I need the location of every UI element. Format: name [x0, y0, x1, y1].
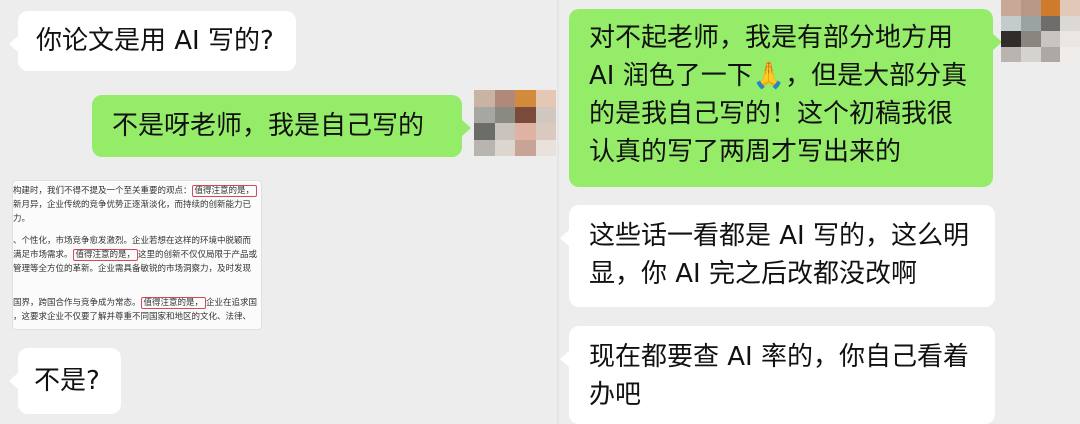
avatar-pixel — [474, 90, 495, 107]
avatar-pixel — [515, 139, 536, 156]
message-teacher-warning: 现在都要查 AI 率的，你自己看着办吧 — [560, 326, 995, 424]
avatar-pixel — [1001, 0, 1021, 16]
avatar-pixel — [1040, 31, 1061, 47]
avatar-student-left[interactable] — [474, 90, 556, 156]
avatar-pixel — [474, 139, 495, 156]
avatar-pixel — [494, 106, 515, 123]
message-text: 不是? — [34, 366, 100, 396]
message-text: 对不起老师，我是有部分地方用 AI 润色了一下🙏，但是大部分真的是我自己写的！这… — [589, 23, 968, 167]
avatar-pixel — [1040, 0, 1061, 16]
avatar-pixel — [494, 139, 515, 156]
message-text: 你论文是用 AI 写的? — [36, 26, 274, 56]
avatar-pixel — [1001, 31, 1021, 47]
doc-line: 企业在追求国 — [206, 298, 258, 308]
avatar-pixel — [494, 123, 515, 140]
highlighted-phrase: 值得注意的是， — [140, 297, 207, 309]
avatar-pixel — [535, 139, 556, 156]
message-student-apology: 对不起老师，我是有部分地方用 AI 润色了一下🙏，但是大部分真的是我自己写的！这… — [569, 9, 1002, 187]
document-screenshot-image[interactable]: 构建时，我们不得不提及一个至关重要的观点： 值得注意的是， 新月异，企业传统的竞争… — [12, 180, 262, 330]
avatar-pixel — [515, 106, 536, 123]
avatar-pixel — [1040, 46, 1061, 62]
right-chat-panel: 对不起老师，我是有部分地方用 AI 润色了一下🙏，但是大部分真的是我自己写的！这… — [559, 0, 1080, 424]
avatar-pixel — [1020, 0, 1041, 16]
avatar-pixel — [1020, 31, 1041, 47]
doc-line: 新月异，企业传统的竞争优势正逐渐淡化，而持续的创新能力已 — [13, 200, 252, 210]
avatar-pixel — [535, 123, 556, 140]
message-text: 这些话一看都是 AI 写的，这么明显，你 AI 完之后改都没改啊 — [589, 221, 969, 289]
doc-line: ，这要求企业不仅要了解并尊重不同国家和地区的文化、法律、 — [13, 312, 252, 322]
avatar-pixel — [1020, 15, 1041, 31]
doc-line: 国界，跨国合作与竞争成为常态。 — [13, 298, 141, 308]
message-teacher-reply: 这些话一看都是 AI 写的，这么明显，你 AI 完之后改都没改啊 — [560, 205, 995, 307]
doc-line: 力。 — [13, 214, 31, 224]
left-chat-panel: 你论文是用 AI 写的? 不是呀老师，我是自己写的 构建时，我们不得不提及一个至… — [0, 0, 557, 424]
avatar-student-right[interactable] — [1001, 0, 1080, 62]
doc-line: 管理等全方位的革新。企业需具备敏锐的市场洞察力，及时发现 — [13, 264, 252, 274]
avatar-pixel — [535, 90, 556, 107]
message-teacher-followup: 不是? — [9, 348, 121, 414]
message-teacher-question: 你论文是用 AI 写的? — [9, 11, 296, 71]
avatar-pixel — [535, 106, 556, 123]
avatar-pixel — [1020, 46, 1041, 62]
highlighted-phrase: 值得注意的是， — [72, 249, 139, 261]
doc-line: 满足市场需求。 — [13, 250, 73, 260]
avatar-pixel — [494, 90, 515, 107]
avatar-pixel — [1060, 31, 1080, 47]
avatar-pixel — [1060, 15, 1080, 31]
doc-line: 这里的创新不仅仅局限于产品或 — [138, 250, 258, 260]
avatar-pixel — [1001, 15, 1021, 31]
avatar-pixel — [515, 123, 536, 140]
avatar-pixel — [1001, 46, 1021, 62]
message-text: 现在都要查 AI 率的，你自己看着办吧 — [589, 342, 969, 410]
avatar-pixel — [474, 106, 495, 123]
doc-line: 、个性化，市场竞争愈发激烈。企业若想在这样的环境中脱颖而 — [13, 236, 252, 246]
avatar-pixel — [1060, 46, 1080, 62]
message-student-reply: 不是呀老师，我是自己写的 — [92, 95, 471, 157]
message-text: 不是呀老师，我是自己写的 — [112, 111, 425, 141]
avatar-pixel — [474, 123, 495, 140]
avatar-pixel — [515, 90, 536, 107]
highlighted-phrase: 值得注意的是， — [191, 185, 258, 197]
avatar-pixel — [1060, 0, 1080, 16]
avatar-pixel — [1040, 15, 1061, 31]
doc-line: 构建时，我们不得不提及一个至关重要的观点： — [13, 186, 192, 196]
